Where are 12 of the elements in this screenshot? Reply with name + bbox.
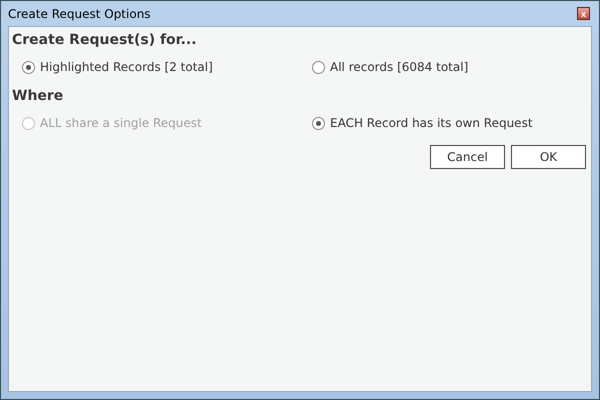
section-heading: Create Request(s) for... — [12, 31, 198, 50]
option-label: EACH Record has its own Request — [330, 116, 533, 130]
window-title: Create Request Options — [8, 6, 151, 20]
ok-button[interactable]: OK — [511, 145, 586, 169]
option-label: Highlighted Records [2 total] — [40, 60, 213, 74]
radio-option[interactable]: Highlighted Records [2 total] — [22, 60, 312, 74]
radio-option[interactable]: All records [6084 total] — [312, 60, 588, 74]
radio-option[interactable]: EACH Record has its own Request — [312, 116, 588, 130]
option-label: All records [6084 total] — [330, 60, 468, 74]
cancel-button[interactable]: Cancel — [430, 145, 505, 169]
option-label: ALL share a single Request — [40, 116, 202, 130]
section-heading: Where — [12, 87, 64, 106]
